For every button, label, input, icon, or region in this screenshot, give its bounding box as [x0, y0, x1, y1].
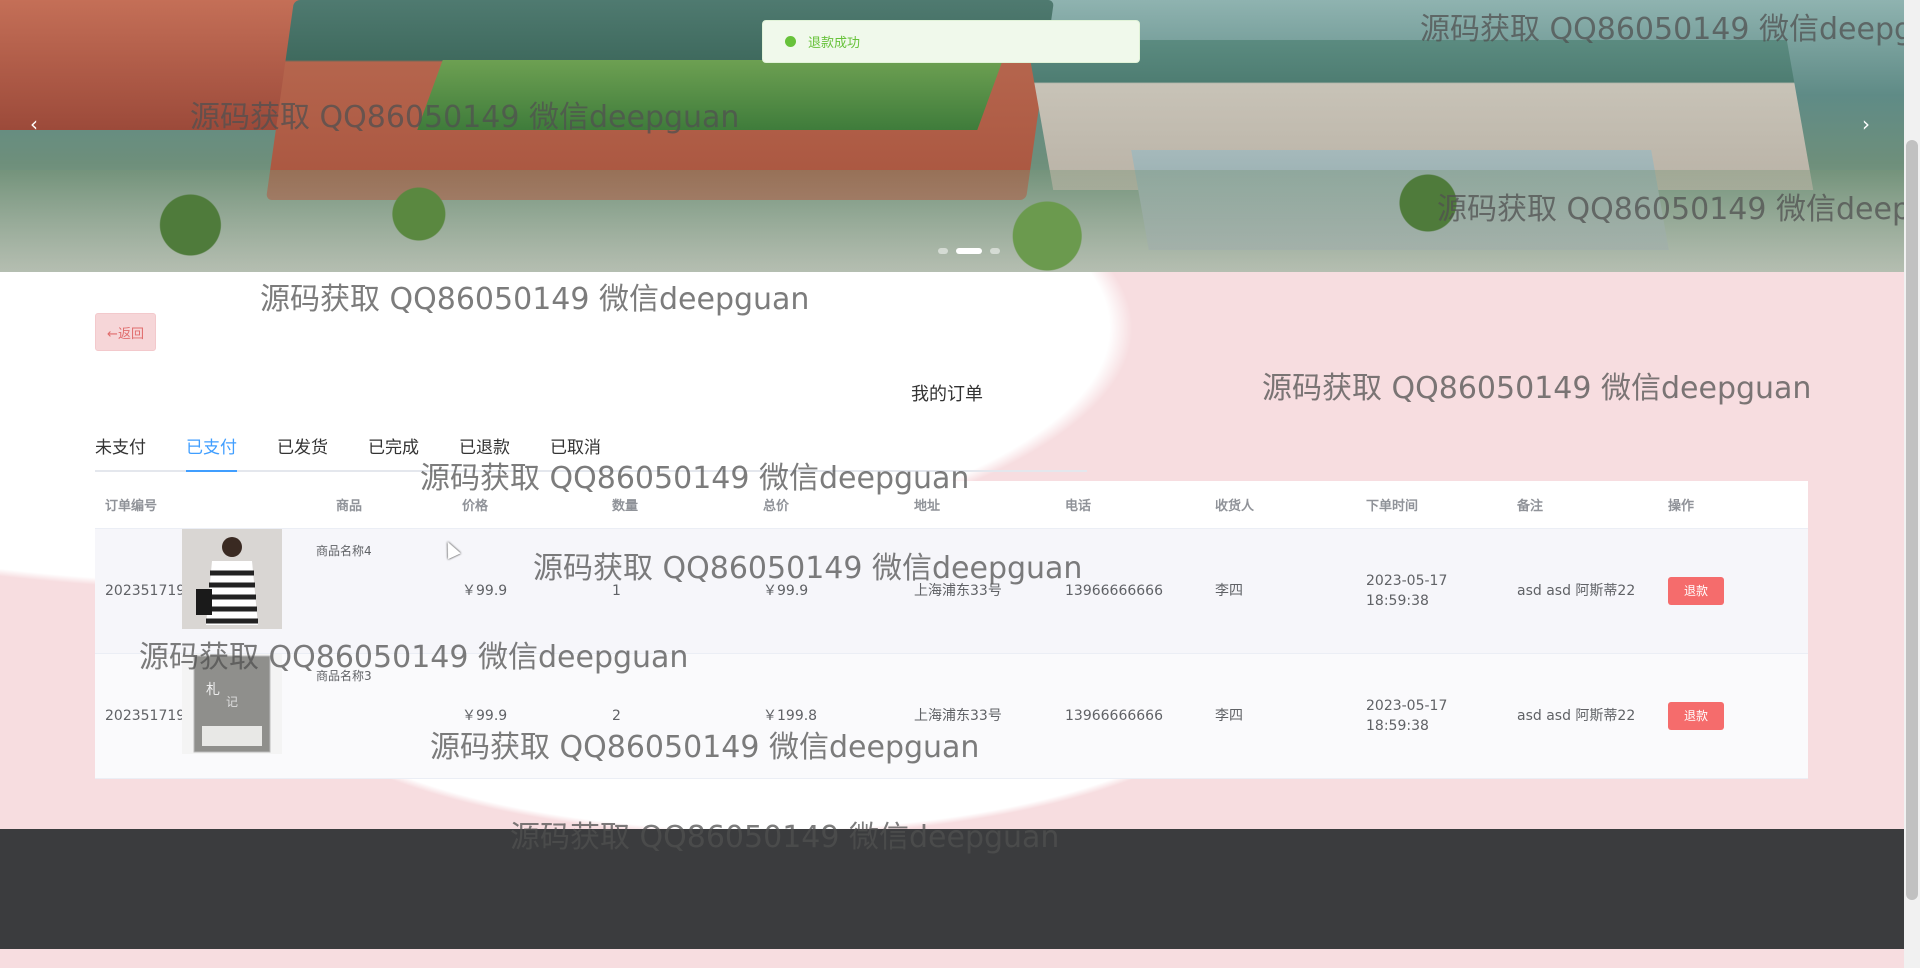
header-qty: 数量: [612, 499, 639, 514]
price: ￥99.9: [462, 708, 508, 724]
order-time: 2023-05-17 18:59:38: [1366, 573, 1448, 609]
table-row: 202351719141429 札 记 商品名称3 ￥99.9 2 ￥199.8…: [95, 654, 1808, 779]
carousel-next-icon[interactable]: ›: [1862, 112, 1870, 136]
carousel-dot-active[interactable]: [956, 248, 982, 254]
page-title: 我的订单: [911, 384, 983, 405]
phone: 13966666666: [1065, 708, 1163, 724]
refund-button[interactable]: 退款: [1668, 702, 1724, 730]
tab-unpaid[interactable]: 未支付: [95, 432, 146, 470]
price: ￥99.9: [462, 583, 508, 599]
carousel-dot[interactable]: [990, 248, 1000, 254]
product-image: [182, 529, 282, 629]
note: asd asd 阿斯蒂22: [1517, 708, 1636, 724]
header-phone: 电话: [1065, 499, 1092, 514]
address: 上海浦东33号: [914, 583, 1002, 599]
table-header: 订单编号 商品 价格 数量 总价 地址 电话 收货人 下单时间 备注 操作: [95, 481, 1808, 529]
note: asd asd 阿斯蒂22: [1517, 583, 1636, 599]
address: 上海浦东33号: [914, 708, 1002, 724]
banner-image-green-roof: [417, 60, 1003, 130]
quantity: 2: [612, 708, 621, 724]
action-cell: 退款: [1658, 577, 1808, 605]
product-cell: 札 记 商品名称3: [182, 654, 452, 778]
scrollbar-thumb[interactable]: [1906, 140, 1918, 900]
orders-table: 订单编号 商品 价格 数量 总价 地址 电话 收货人 下单时间 备注 操作 20…: [95, 481, 1808, 779]
header-price: 价格: [462, 499, 489, 514]
svg-text:记: 记: [226, 695, 238, 709]
order-time: 2023-05-17 18:59:38: [1366, 698, 1448, 734]
success-icon: [785, 36, 796, 47]
carousel-prev-icon[interactable]: ‹: [30, 112, 38, 136]
banner-image-trees: [0, 170, 1904, 272]
orders-panel: ←返回 我的订单 未支付 已支付 已发货 已完成 已退款 已取消 订单编号 商品…: [95, 282, 1808, 822]
product-cell: 商品名称4: [182, 529, 452, 653]
tab-completed[interactable]: 已完成: [368, 432, 419, 470]
action-cell: 退款: [1658, 702, 1808, 730]
header-note: 备注: [1517, 499, 1544, 514]
phone: 13966666666: [1065, 583, 1163, 599]
total-price: ￥99.9: [763, 583, 809, 599]
header-time: 下单时间: [1366, 499, 1419, 514]
receiver: 李四: [1215, 583, 1243, 599]
tab-shipped[interactable]: 已发货: [277, 432, 328, 470]
carousel-indicators: [938, 248, 1000, 254]
back-button[interactable]: ←返回: [95, 313, 156, 351]
tab-cancelled[interactable]: 已取消: [550, 432, 601, 470]
product-name: 商品名称3: [316, 669, 372, 683]
tab-refunded[interactable]: 已退款: [459, 432, 510, 470]
header-total: 总价: [763, 499, 790, 514]
refund-button[interactable]: 退款: [1668, 577, 1724, 605]
success-toast: 退款成功: [762, 20, 1140, 63]
quantity: 1: [612, 583, 621, 599]
order-status-tabs: 未支付 已支付 已发货 已完成 已退款 已取消: [95, 432, 1087, 472]
toast-message: 退款成功: [808, 36, 861, 51]
product-name: 商品名称4: [316, 544, 372, 558]
header-action: 操作: [1668, 499, 1695, 514]
header-product: 商品: [336, 499, 363, 514]
header-address: 地址: [914, 499, 941, 514]
banner-image-building-left: [0, 0, 318, 130]
svg-text:札: 札: [206, 682, 220, 698]
table-row: 202351719141431 商品名称4 ￥99.9 1 ￥99.9 上海浦东…: [95, 529, 1808, 654]
header-receiver: 收货人: [1215, 499, 1255, 514]
tab-paid[interactable]: 已支付: [186, 432, 237, 472]
receiver: 李四: [1215, 708, 1243, 724]
product-image: 札 记: [182, 654, 282, 754]
carousel-dot[interactable]: [938, 248, 948, 254]
footer: [0, 829, 1904, 949]
total-price: ￥199.8: [763, 708, 818, 724]
header-order-no: 订单编号: [105, 499, 158, 514]
